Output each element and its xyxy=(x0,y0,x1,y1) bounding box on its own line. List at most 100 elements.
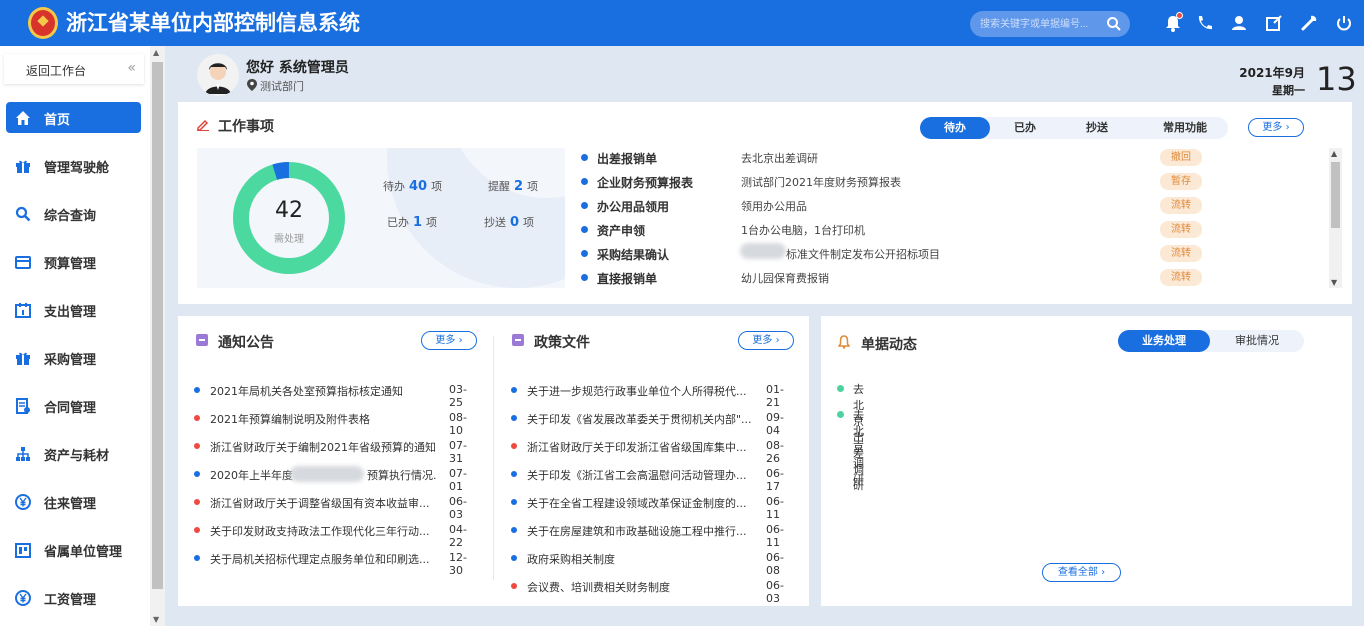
policy-text[interactable]: 浙江省财政厅关于印发浙江省省级国库集中... xyxy=(527,439,759,455)
bell-icon[interactable] xyxy=(1163,12,1183,33)
notice-item[interactable]: 2021年预算编制说明及附件表格 08-10 xyxy=(194,409,479,437)
stat-pending[interactable]: 待办 40 项 xyxy=(383,178,442,194)
policy-text[interactable]: 关于进一步规范行政事业单位个人所得税代... xyxy=(527,383,759,399)
work-row[interactable]: 办公用品领用 领用办公用品 流转 xyxy=(581,196,1321,216)
tab-approval[interactable]: 审批情况 xyxy=(1210,330,1304,352)
work-row-name[interactable]: 企业财务预算报表 xyxy=(597,174,693,191)
sidebar-item-3[interactable]: 预算管理 xyxy=(6,246,141,277)
tab-done[interactable]: 已办 xyxy=(990,117,1060,139)
work-row[interactable]: 采购结果确认 标准文件制定发布公开招标项目 流转 xyxy=(581,244,1321,264)
scroll-down-icon[interactable]: ▼ xyxy=(1331,278,1337,287)
search-icon xyxy=(15,206,31,222)
sidebar-item-5[interactable]: 采购管理 xyxy=(6,342,141,373)
work-list-scrollbar[interactable]: ▲ ▼ xyxy=(1329,148,1342,288)
sidebar-item-6[interactable]: 合同管理 xyxy=(6,390,141,421)
stat-done-label: 已办 xyxy=(387,216,409,229)
work-row-name[interactable]: 采购结果确认 xyxy=(597,246,669,263)
policy-item[interactable]: 会议费、培训费相关财务制度 06-03 xyxy=(511,577,796,605)
sidebar-item-1[interactable]: 管理驾驶舱 xyxy=(6,150,141,181)
sidebar-scrollbar[interactable]: ▲ ▼ xyxy=(150,46,165,626)
work-row[interactable]: 出差报销单 去北京出差调研 撤回 xyxy=(581,148,1321,168)
avatar[interactable] xyxy=(197,54,239,96)
scroll-down-icon[interactable]: ▼ xyxy=(153,615,159,624)
notice-text[interactable]: 关于局机关招标代理定点服务单位和印刷选... xyxy=(210,551,442,567)
stat-remind[interactable]: 提醒 2 项 xyxy=(488,178,538,194)
search-box[interactable] xyxy=(970,11,1130,37)
view-all-button[interactable]: 查看全部 › xyxy=(1042,563,1121,582)
notice-item[interactable]: 浙江省财政厅关于调整省级国有资本收益审... 06-03 xyxy=(194,493,479,521)
policy-date: 06-17 xyxy=(766,467,784,493)
notices-more-button[interactable]: 更多 › xyxy=(421,331,477,350)
policy-text[interactable]: 关于印发《省发展改革委关于贯彻机关内部"... xyxy=(527,411,759,427)
tab-business[interactable]: 业务处理 xyxy=(1118,330,1210,352)
sidebar-item-10[interactable]: 工资管理 xyxy=(6,582,141,613)
work-row-name[interactable]: 直接报销单 xyxy=(597,270,657,287)
phone-icon[interactable] xyxy=(1195,13,1215,33)
tab-cc[interactable]: 抄送 xyxy=(1062,117,1132,139)
notice-text[interactable]: 2021年预算编制说明及附件表格 xyxy=(210,411,442,427)
notice-text[interactable]: 浙江省财政厅关于调整省级国有资本收益审... xyxy=(210,495,442,511)
dynamics-text[interactable]: 去北京调研 xyxy=(853,407,864,487)
notice-item[interactable]: 关于局机关招标代理定点服务单位和印刷选... 12-30 xyxy=(194,549,479,577)
stat-cc[interactable]: 抄送 0 项 xyxy=(484,214,534,230)
sidebar-item-8[interactable]: 往来管理 xyxy=(6,486,141,517)
list-dot xyxy=(194,471,200,477)
collapse-icon[interactable]: « xyxy=(127,60,136,76)
scroll-up-icon[interactable]: ▲ xyxy=(1331,149,1337,158)
user-icon[interactable] xyxy=(1229,13,1249,33)
notice-text[interactable]: 2021年局机关各处室预算指标核定通知 xyxy=(210,383,442,399)
notice-text[interactable]: 关于印发财政支持政法工作现代化三年行动... xyxy=(210,523,442,539)
work-row-name[interactable]: 出差报销单 xyxy=(597,150,657,167)
work-row-desc: 领用办公用品 xyxy=(741,200,807,213)
sidebar-item-7[interactable]: 资产与耗材 xyxy=(6,438,141,469)
work-more-button[interactable]: 更多 › xyxy=(1248,118,1304,137)
work-row[interactable]: 直接报销单 幼儿园保育费报销 流转 xyxy=(581,268,1321,288)
work-row-name[interactable]: 办公用品领用 xyxy=(597,198,669,215)
sidebar-item-2[interactable]: 综合查询 xyxy=(6,198,141,229)
policy-text[interactable]: 关于在全省工程建设领域改革保证金制度的... xyxy=(527,495,759,511)
work-row[interactable]: 资产申领 1台办公电脑，1台打印机 流转 xyxy=(581,220,1321,240)
policy-item[interactable]: 政府采购相关制度 06-08 xyxy=(511,549,796,577)
edit-icon[interactable] xyxy=(1264,13,1284,33)
sidebar-item-0[interactable]: 首页 xyxy=(6,102,141,133)
policies-more-button[interactable]: 更多 › xyxy=(738,331,794,350)
policy-item[interactable]: 关于印发《省发展改革委关于贯彻机关内部"... 09-04 xyxy=(511,409,796,437)
sidebar-item-4[interactable]: 支出管理 xyxy=(6,294,141,325)
tab-common-functions[interactable]: 常用功能 xyxy=(1142,117,1228,139)
sidebar-item-label: 省属单位管理 xyxy=(44,545,123,560)
notice-item[interactable]: 关于印发财政支持政法工作现代化三年行动... 04-22 xyxy=(194,521,479,549)
dynamics-title: 单据动态 xyxy=(861,337,917,353)
scrollbar-thumb[interactable] xyxy=(1331,162,1340,228)
scroll-up-icon[interactable]: ▲ xyxy=(153,48,159,57)
row-dot xyxy=(581,226,588,233)
tab-pending[interactable]: 待办 xyxy=(920,117,990,139)
policy-text[interactable]: 关于在房屋建筑和市政基础设施工程中推行... xyxy=(527,523,759,539)
notice-item[interactable]: 2020年上半年度 07-01 预算执行情况... xyxy=(194,465,479,493)
work-row-name[interactable]: 资产申领 xyxy=(597,222,645,239)
policy-item[interactable]: 关于印发《浙江省工会高温慰问活动管理办... 06-17 xyxy=(511,465,796,493)
power-icon[interactable] xyxy=(1334,13,1354,33)
policy-text[interactable]: 政府采购相关制度 xyxy=(527,551,759,567)
policy-item[interactable]: 关于在房屋建筑和市政基础设施工程中推行... 06-11 xyxy=(511,521,796,549)
back-to-workbench-button[interactable]: 返回工作台 « xyxy=(4,54,144,84)
wrench-icon[interactable] xyxy=(1299,13,1319,33)
notice-item[interactable]: 2021年局机关各处室预算指标核定通知 03-25 xyxy=(194,381,479,409)
donut-total: 42 xyxy=(275,198,303,223)
policy-item[interactable]: 关于进一步规范行政事业单位个人所得税代... 01-21 xyxy=(511,381,796,409)
notice-item[interactable]: 浙江省财政厅关于编制2021年省级预算的通知 07-31 xyxy=(194,437,479,465)
work-row-desc: 幼儿园保育费报销 xyxy=(741,272,829,285)
search-icon[interactable] xyxy=(1106,16,1122,32)
scrollbar-thumb[interactable] xyxy=(152,62,163,589)
work-row[interactable]: 企业财务预算报表 测试部门2021年度财务预算报表 暂存 xyxy=(581,172,1321,192)
notice-text[interactable]: 浙江省财政厅关于编制2021年省级预算的通知 xyxy=(210,439,442,455)
sidebar-item-9[interactable]: 省属单位管理 xyxy=(6,534,141,565)
search-input[interactable] xyxy=(980,16,1100,32)
policy-text[interactable]: 会议费、培训费相关财务制度 xyxy=(527,579,759,595)
stat-done-value: 1 xyxy=(413,215,423,230)
stat-done[interactable]: 已办 1 项 xyxy=(387,214,437,230)
policy-text[interactable]: 关于印发《浙江省工会高温慰问活动管理办... xyxy=(527,467,759,483)
row-dot xyxy=(581,274,588,281)
notice-date: 03-25 xyxy=(449,383,467,409)
policy-item[interactable]: 浙江省财政厅关于印发浙江省省级国库集中... 08-26 xyxy=(511,437,796,465)
policy-item[interactable]: 关于在全省工程建设领域改革保证金制度的... 06-11 xyxy=(511,493,796,521)
